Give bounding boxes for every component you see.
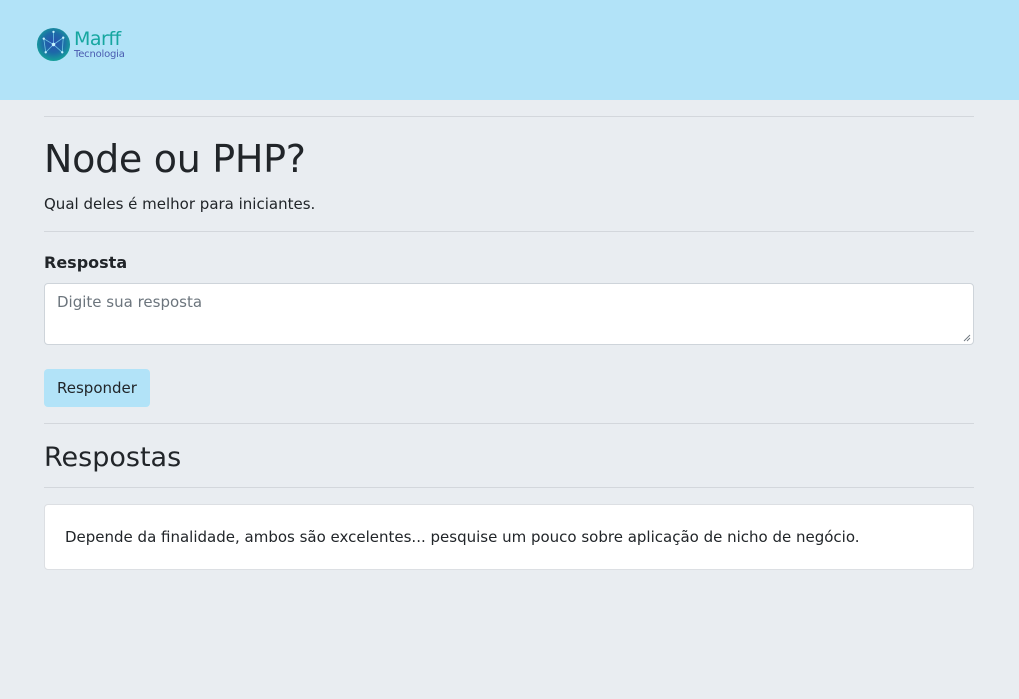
globe-network-icon [36,27,71,62]
submit-answer-button[interactable]: Responder [44,368,150,407]
divider [44,116,974,117]
top-navbar: Marff Tecnologia [0,0,1019,100]
main-content: Node ou PHP? Qual deles é melhor para in… [44,100,974,570]
brand-name: Marff [74,28,121,50]
brand-logo[interactable]: Marff Tecnologia [36,27,125,62]
answer-textarea[interactable] [45,283,973,344]
question-title: Node ou PHP? [44,137,306,181]
divider [44,230,974,232]
answer-label: Resposta [44,252,128,272]
answer-textarea-box [44,282,974,345]
answers-heading: Respostas [44,441,182,473]
brand-subtitle: Tecnologia [74,49,125,60]
brand-text: Marff Tecnologia [74,29,125,60]
question-description: Qual deles é melhor para iniciantes. [44,194,316,213]
answer-text: Depende da finalidade, ambos são excelen… [65,527,860,546]
divider [44,422,974,424]
resize-grip-icon[interactable] [963,334,971,342]
divider [44,486,974,488]
answer-card: Depende da finalidade, ambos são excelen… [44,503,974,570]
answer-form: Resposta Responder [44,253,974,407]
